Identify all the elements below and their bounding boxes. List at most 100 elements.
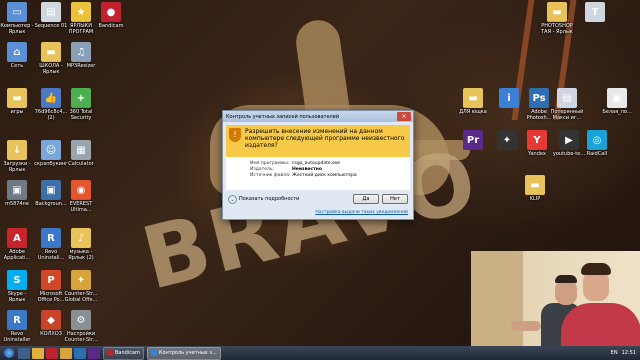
desktop-shortcut[interactable]: ↓ Загрузки - Ярлык xyxy=(0,140,34,173)
image-icon: ▣ xyxy=(41,180,61,200)
folder-icon: ▬ xyxy=(547,2,567,22)
premiere-pin-icon[interactable] xyxy=(88,347,100,359)
shortcut-label: музыка - Ярлык (2) xyxy=(68,249,94,261)
app-icon: ♫ xyxy=(71,42,91,62)
shortcut-label: игры xyxy=(10,109,24,115)
revo-icon: R xyxy=(41,228,61,248)
computer-icon: ▭ xyxy=(7,2,27,22)
desktop-shortcut[interactable]: R Revo Uninstaller xyxy=(0,310,34,343)
game-icon: ◆ xyxy=(41,310,61,330)
image-icon: ▣ xyxy=(607,88,627,108)
office-icon: P xyxy=(41,270,61,290)
desktop-shortcut[interactable]: ▤ Потерянный Макси иг... xyxy=(550,88,584,121)
desktop-shortcut[interactable]: ▦ Calculator xyxy=(64,140,98,167)
webcam-door xyxy=(471,251,523,346)
media-pin-icon[interactable] xyxy=(46,347,58,359)
notification-settings-link[interactable]: Настройка выдачи таких уведомлений xyxy=(223,204,413,215)
webcam-person-face xyxy=(583,271,609,301)
desktop-shortcut[interactable]: Pr xyxy=(456,130,490,151)
desktop-shortcut[interactable]: ♪ музыка - Ярлык (2) xyxy=(64,228,98,261)
task-label: Bandicam xyxy=(115,350,140,356)
explorer-pin-icon[interactable] xyxy=(18,347,30,359)
windows-logo-icon xyxy=(4,348,14,358)
webcam-hand xyxy=(511,321,541,331)
desktop-shortcut[interactable]: ◆ КОЛХОЗ xyxy=(34,310,68,337)
no-button[interactable]: Нет xyxy=(382,194,408,204)
shortcut-label: Сеть xyxy=(10,63,24,69)
desktop-shortcut[interactable]: i xyxy=(492,88,526,109)
clock[interactable]: 12:51 xyxy=(622,350,636,356)
start-button[interactable] xyxy=(2,347,16,359)
desktop-shortcut[interactable]: ▬ PHOTOSHOP ТАЯ - Ярлык xyxy=(540,2,574,35)
task-uac[interactable]: Контроль учетных з... xyxy=(146,346,221,360)
desktop-shortcut[interactable]: 👍 76d96c8c4... (2) xyxy=(34,88,68,121)
webcam-overlay xyxy=(471,251,640,346)
show-details-toggle[interactable]: ⌄ Показать подробности xyxy=(228,194,300,204)
shortcut-label: 360 Total Security xyxy=(69,109,93,121)
webcam-person-shirt xyxy=(561,303,640,346)
raidcall-icon: ◎ xyxy=(587,130,607,150)
desktop-shortcut[interactable]: ▭ Компьютер - Ярлык xyxy=(0,2,34,35)
info-icon: i xyxy=(499,88,519,108)
show-details-label: Показать подробности xyxy=(239,196,300,202)
yes-button[interactable]: Да xyxy=(353,194,379,204)
shortcut-label: EVEREST Ultima... xyxy=(69,201,93,213)
desktop-shortcut[interactable]: A Adobe Applicati... xyxy=(0,228,34,261)
folder-pin-icon[interactable] xyxy=(32,347,44,359)
desktop-shortcut[interactable]: T xyxy=(578,2,612,23)
desktop-shortcut[interactable]: ▬ ШКОЛА - Ярлык xyxy=(34,42,68,75)
close-icon[interactable]: ✕ xyxy=(397,112,411,121)
desktop-shortcut[interactable]: Y Yandex xyxy=(520,130,554,157)
folder-icon: ▬ xyxy=(525,175,545,195)
desktop-shortcut[interactable]: ✦ xyxy=(490,130,524,151)
shortcut-label: Bandicam xyxy=(98,23,124,29)
desktop-shortcut[interactable]: ● Bandicam xyxy=(94,2,128,29)
desktop-shortcut[interactable]: ▣ Backgroun... xyxy=(34,180,68,207)
desktop-shortcut[interactable]: ▣ m5874ne xyxy=(0,180,34,207)
chevron-down-icon: ⌄ xyxy=(228,194,237,204)
desktop-shortcut[interactable]: ✦ Counter-Str... Global Offe... xyxy=(64,270,98,303)
browser-pin-icon[interactable] xyxy=(60,347,72,359)
desktop: BRAVO ▭ Компьютер - Ярлык ▤ Sequence 01 ★ ЯРЛ… xyxy=(0,0,640,346)
desktop-shortcut[interactable]: ▬ игры xyxy=(0,88,34,115)
desktop-shortcut[interactable]: P Microsoft Office Po... xyxy=(34,270,68,303)
shortcut-label: Revo Uninstall... xyxy=(37,249,65,261)
shortcut-label: ШКОЛА - Ярлык xyxy=(39,63,63,75)
desktop-shortcut[interactable]: ▤ Sequence 01 xyxy=(34,2,68,29)
desktop-shortcut[interactable]: ◎ RaidCall xyxy=(580,130,614,157)
shield-icon: + xyxy=(71,88,91,108)
shortcut-label: Revo Uninstaller xyxy=(3,331,31,343)
shortcut-label: RaidCall xyxy=(586,151,608,157)
text-icon: T xyxy=(585,2,605,22)
uac-question: Разрешить внесение изменений на данном к… xyxy=(245,128,405,149)
desktop-shortcut[interactable]: ▬ ДЛЯ ющка xyxy=(456,88,490,115)
task-label: Контроль учетных з... xyxy=(158,350,217,356)
task-bandicam[interactable]: Bandicam xyxy=(103,346,144,360)
photoshop-pin-icon[interactable] xyxy=(74,347,86,359)
desktop-shortcut[interactable]: ▣ Белая_по... xyxy=(600,88,634,115)
shortcut-label: Calculator xyxy=(68,161,94,167)
premiere-icon: Pr xyxy=(463,130,483,150)
desktop-shortcut[interactable]: S Skype - Ярлык xyxy=(0,270,34,303)
file-icon: ▤ xyxy=(41,2,61,22)
adobe-icon: A xyxy=(7,228,27,248)
desktop-shortcut[interactable]: ♫ MP3Resizer xyxy=(64,42,98,69)
language-indicator[interactable]: EN xyxy=(611,350,618,356)
desktop-shortcut[interactable]: +360 Total Security xyxy=(64,88,98,121)
desktop-shortcut[interactable]: ⌂ Сеть xyxy=(0,42,34,69)
folder-icon: ▬ xyxy=(7,88,27,108)
people-icon: ☺ xyxy=(41,140,61,160)
shield-icon xyxy=(150,350,157,356)
desktop-shortcut[interactable]: ⚙ Настройки Counter-Str... xyxy=(64,310,98,343)
skype-icon: S xyxy=(7,270,27,290)
desktop-shortcut[interactable]: ▬ KLIP xyxy=(518,175,552,202)
desktop-shortcut[interactable]: R Revo Uninstall... xyxy=(34,228,68,261)
desktop-shortcut[interactable]: ◉ EVEREST Ultima... xyxy=(64,180,98,213)
shortcut-label: KLIP xyxy=(529,196,541,202)
desktop-shortcut[interactable]: ★ ЯРЛЫКИ ПРОГРАМ xyxy=(64,2,98,35)
shortcut-label: m5874ne xyxy=(5,201,29,207)
uac-actions: ⌄ Показать подробности Да Нет xyxy=(223,190,413,204)
thumbs-up-icon: 👍 xyxy=(41,88,61,108)
desktop-shortcut[interactable]: ☺ скрапбукинг xyxy=(34,140,68,167)
shortcut-label: КОЛХОЗ xyxy=(40,331,62,337)
